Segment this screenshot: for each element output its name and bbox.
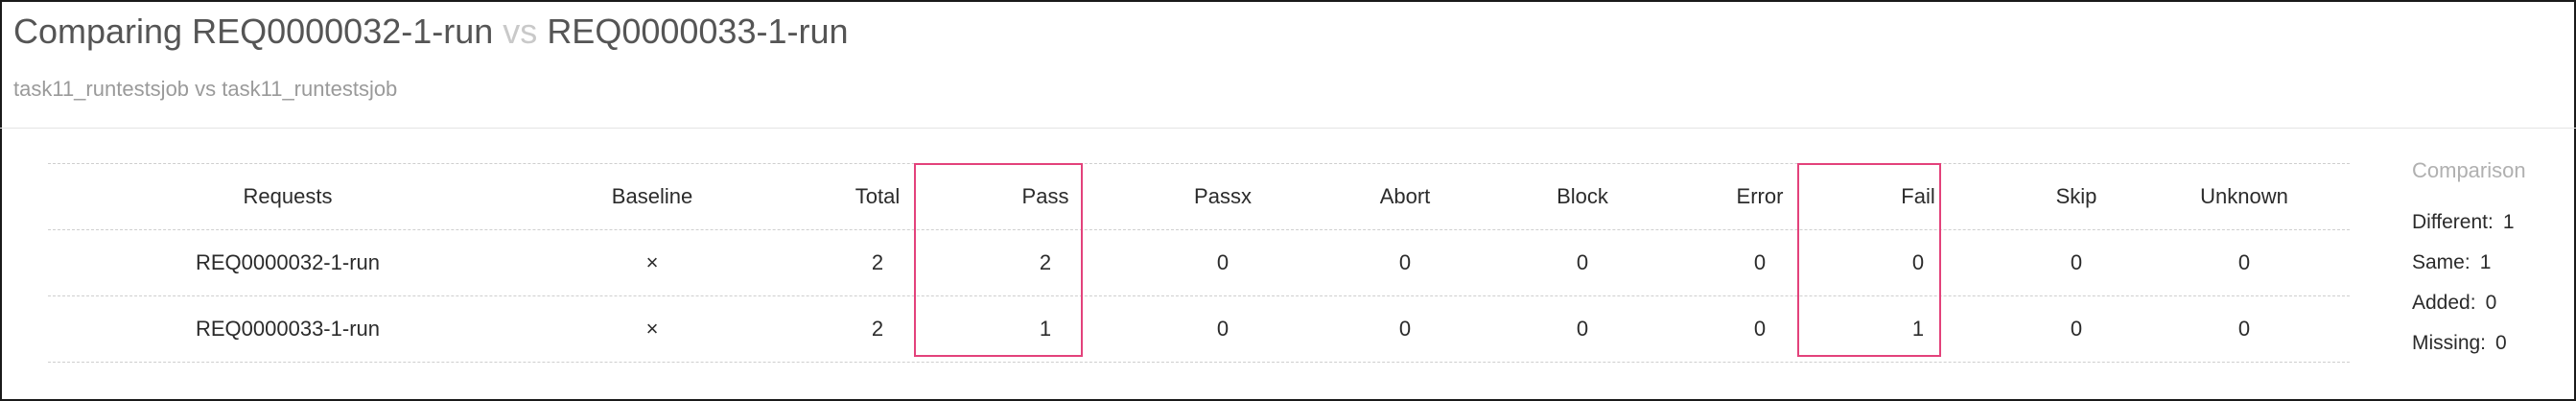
table-row[interactable]: REQ0000032-1-run × 2 2 0 0 0 0 0 0 0 [48, 229, 2350, 295]
summary-value: 1 [2502, 211, 2515, 233]
baseline-x-icon[interactable]: × [527, 296, 777, 362]
abort-cell: 0 [1398, 317, 1412, 341]
column-header-block[interactable]: Block [1477, 164, 1688, 229]
column-header-total[interactable]: Total [777, 164, 978, 229]
column-header-error[interactable]: Error [1688, 164, 1832, 229]
block-cell: 0 [1576, 250, 1589, 274]
column-header-baseline[interactable]: Baseline [527, 164, 777, 229]
summary-label: Missing: [2412, 332, 2487, 354]
table-header-row: Requests Baseline Total Pass Passx Abort… [48, 163, 2350, 229]
summary-added: Added: 0 [2412, 283, 2526, 323]
page-title: Comparing REQ0000032-1-run vs REQ0000033… [13, 12, 849, 52]
block-cell: 0 [1576, 317, 1589, 341]
error-cell: 0 [1753, 317, 1767, 341]
summary-label: Same: [2412, 251, 2471, 273]
unknown-cell: 0 [2237, 317, 2251, 341]
skip-cell: 0 [2070, 317, 2083, 341]
title-right-run: REQ0000033-1-run [547, 12, 849, 51]
column-header-passx[interactable]: Passx [1112, 164, 1333, 229]
summary-missing: Missing: 0 [2412, 323, 2526, 364]
fail-cell: 0 [1911, 250, 1925, 274]
summary-label: Different: [2412, 211, 2494, 233]
table-row[interactable]: REQ0000033-1-run × 2 1 0 0 0 0 1 0 0 [48, 295, 2350, 363]
passx-cell: 0 [1216, 250, 1229, 274]
page-subtitle: task11_runtestsjob vs task11_runtestsjob [13, 77, 398, 101]
request-name-cell[interactable]: REQ0000033-1-run [48, 296, 527, 362]
comparison-heading: Comparison [2412, 158, 2526, 182]
header-divider [0, 128, 2576, 129]
summary-same: Same: 1 [2412, 243, 2526, 283]
total-cell: 2 [871, 250, 884, 274]
unknown-cell: 0 [2237, 250, 2251, 274]
total-cell: 2 [871, 317, 884, 341]
column-header-pass[interactable]: Pass [978, 164, 1112, 229]
pass-cell: 1 [1039, 317, 1052, 341]
pass-cell: 2 [1039, 250, 1052, 274]
passx-cell: 0 [1216, 317, 1229, 341]
abort-cell: 0 [1398, 250, 1412, 274]
fail-cell: 1 [1911, 317, 1925, 341]
error-cell: 0 [1753, 250, 1767, 274]
summary-value: 0 [2495, 332, 2507, 354]
skip-cell: 0 [2070, 250, 2083, 274]
request-name-cell[interactable]: REQ0000032-1-run [48, 230, 527, 295]
summary-value: 0 [2485, 292, 2497, 314]
column-header-skip[interactable]: Skip [2004, 164, 2148, 229]
title-left-run: Comparing REQ0000032-1-run [13, 12, 494, 51]
column-header-unknown[interactable]: Unknown [2148, 164, 2340, 229]
comparison-summary: Comparison Different: 1 Same: 1 Added: 0 Mi… [2412, 158, 2526, 364]
summary-different: Different: 1 [2412, 202, 2526, 243]
column-header-abort[interactable]: Abort [1333, 164, 1477, 229]
comparison-table: Requests Baseline Total Pass Passx Abort… [48, 163, 2350, 363]
baseline-x-icon[interactable]: × [527, 230, 777, 295]
summary-label: Added: [2412, 292, 2476, 314]
column-header-requests[interactable]: Requests [48, 164, 527, 229]
column-header-fail[interactable]: Fail [1832, 164, 2004, 229]
summary-value: 1 [2479, 251, 2492, 273]
title-vs: vs [503, 12, 538, 51]
